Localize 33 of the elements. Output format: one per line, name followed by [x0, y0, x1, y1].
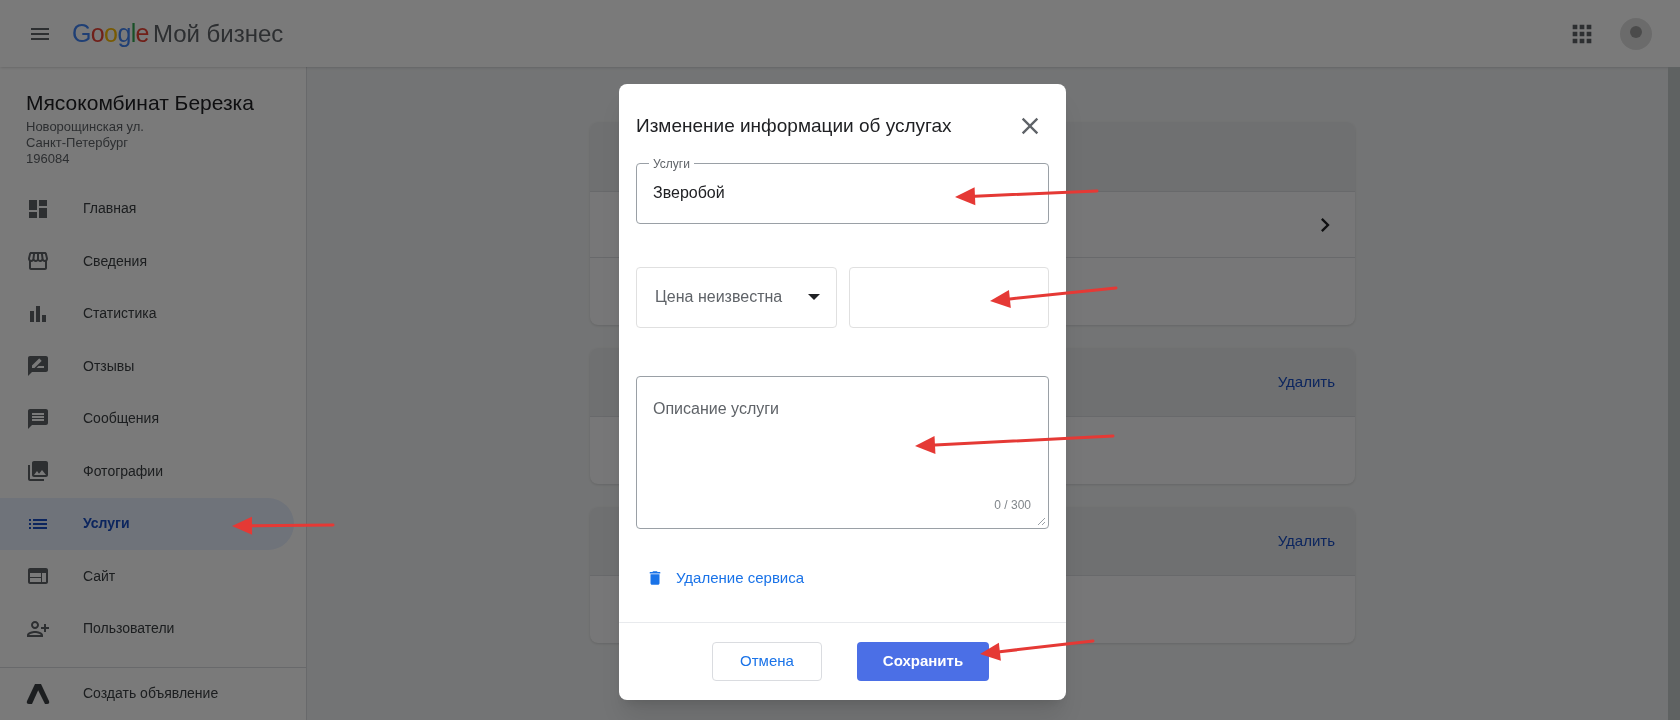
delete-link[interactable]: Удалить [1277, 370, 1335, 394]
delete-service-link[interactable]: Удаление сервиса [646, 566, 805, 589]
delete-link[interactable]: Удалить [1277, 529, 1335, 553]
message-icon [26, 406, 50, 431]
dialog-title: Изменение информации об услугах [636, 114, 952, 138]
nav-item[interactable]: Сайт [0, 550, 294, 603]
resize-handle-icon[interactable] [1037, 516, 1046, 526]
character-counter: 0 / 300 [994, 496, 1031, 514]
price-select[interactable]: Цена неизвестна [636, 266, 837, 328]
address-line: 196084 [26, 150, 71, 167]
save-button[interactable]: Сохранить [857, 642, 989, 681]
avatar[interactable] [1620, 17, 1652, 50]
nav-item[interactable]: Отзывы [0, 340, 294, 393]
cancel-button[interactable]: Отмена [712, 642, 822, 681]
address-line: Новорощинская ул. [26, 118, 145, 135]
product-name: Мой бизнес [152, 21, 284, 46]
nav-item[interactable]: Пользователи [0, 602, 294, 655]
nav-item[interactable]: Фотографии [0, 445, 294, 498]
ads-logo-icon [26, 682, 50, 705]
nav-item[interactable]: Главная [0, 182, 294, 235]
google-logo: Google [72, 21, 149, 46]
address-line: Санкт-Петербург [26, 134, 129, 151]
nav-item[interactable]: Сообщения [0, 392, 294, 445]
dropdown-arrow-icon [808, 294, 820, 300]
nav-item[interactable]: Сведения [0, 235, 294, 288]
nav-item[interactable]: Услуги [0, 497, 294, 550]
nav-item[interactable]: Статистика [0, 287, 294, 340]
description-field[interactable]: Описание услуги 0 / 300 [636, 375, 1049, 529]
review-icon [26, 354, 50, 379]
business-name: Мясокомбинат Березка [26, 90, 255, 116]
photos-icon [26, 459, 50, 484]
price-input[interactable] [849, 266, 1049, 328]
create-ad-link[interactable]: Создать объявление [83, 683, 219, 704]
